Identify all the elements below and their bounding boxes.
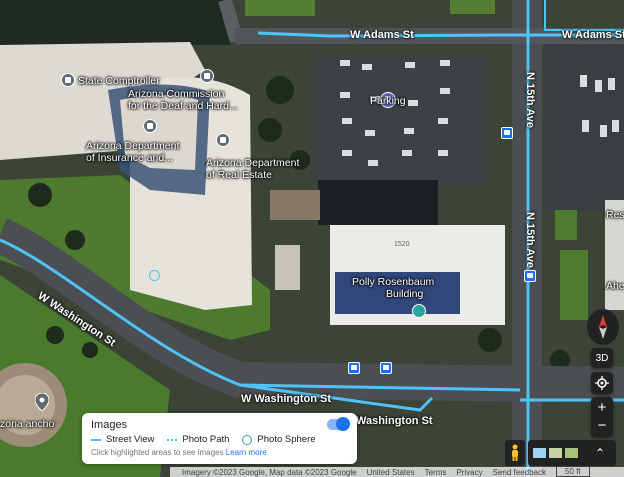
bus-stop-icon[interactable] <box>380 362 392 374</box>
images-layer-panel: Images Street View Photo Path Photo Sphe… <box>82 413 357 464</box>
az-real-estate-label-line2[interactable]: of Real Estate <box>206 169 272 181</box>
az-commission-label-line2[interactable]: for the Deaf and Hard... <box>128 100 238 112</box>
government-pin-icon[interactable] <box>61 73 75 87</box>
government-pin-icon[interactable] <box>143 119 157 133</box>
bus-stop-icon[interactable] <box>501 127 513 139</box>
resi-label[interactable]: Resi <box>606 209 624 221</box>
map-footer: Imagery ©2023 Google, Map data ©2023 Goo… <box>170 467 624 477</box>
w-adams-st-label: W Adams St <box>350 29 414 41</box>
state-comptroller-label[interactable]: State Comptroller <box>78 75 160 87</box>
photo-sphere-legend-icon <box>242 434 253 445</box>
layer-thumb-icon[interactable] <box>565 448 578 458</box>
country-label: United States <box>366 467 415 477</box>
zoom-out-button[interactable]: − <box>598 417 607 435</box>
toggle-knob <box>336 417 350 431</box>
scale-bar[interactable]: 50 ft <box>556 467 590 477</box>
legend-street-view: Street View <box>106 434 155 445</box>
send-feedback-link[interactable]: Send feedback <box>493 468 546 477</box>
zoom-control: + − <box>591 397 613 437</box>
chevron-up-icon[interactable]: ⌃ <box>595 446 605 460</box>
polly-rosenbaum-label-line1[interactable]: Polly Rosenbaum <box>352 276 434 288</box>
layer-thumb-icon[interactable] <box>533 448 546 458</box>
az-insurance-label-line1[interactable]: Arizona Department <box>86 140 179 152</box>
legend-photo-sphere: Photo Sphere <box>257 434 316 445</box>
ahe-label[interactable]: Ahe <box>606 280 624 292</box>
bus-stop-icon[interactable] <box>348 362 360 374</box>
building-pin-icon[interactable] <box>412 304 426 318</box>
az-insurance-label-line2[interactable]: of Insurance and... <box>86 152 173 164</box>
legend-photo-path: Photo Path <box>182 434 230 445</box>
learn-more-link[interactable]: Learn more <box>226 448 267 457</box>
photo-path-icon <box>167 438 178 441</box>
pegman-icon <box>512 444 518 461</box>
privacy-link[interactable]: Privacy <box>456 468 482 477</box>
parking-label[interactable]: Parking <box>370 95 406 107</box>
az-real-estate-label-line1[interactable]: Arizona Department <box>206 157 299 169</box>
street-view-line-icon <box>91 438 101 441</box>
w-adams-st-label-east: W Adams St <box>562 29 624 41</box>
n-15th-ave-label-south: N 15th Ave <box>524 212 536 269</box>
terms-link[interactable]: Terms <box>425 468 447 477</box>
government-pin-icon[interactable] <box>216 133 230 147</box>
crosshair-icon <box>595 376 609 390</box>
tilt-3d-button[interactable]: 3D <box>591 348 613 368</box>
az-commission-label-line1[interactable]: Arizona Commission <box>128 88 224 100</box>
polly-rosenbaum-label-line2[interactable]: Building <box>386 288 423 300</box>
pegman-button[interactable] <box>505 440 525 466</box>
compass-icon <box>599 315 607 339</box>
w-washington-st-label: W Washington St <box>241 393 332 405</box>
washington-st-label: Washington St <box>356 415 433 427</box>
compass-button[interactable] <box>587 309 619 345</box>
government-pin-icon[interactable] <box>200 69 214 83</box>
layer-thumbnails[interactable]: ⌃ <box>528 440 616 466</box>
bus-stop-icon[interactable] <box>524 270 536 282</box>
images-toggle[interactable] <box>327 417 350 431</box>
my-location-button[interactable] <box>591 372 613 394</box>
location-pin-icon[interactable] <box>34 392 50 412</box>
layer-thumb-icon[interactable] <box>549 448 562 458</box>
panel-title: Images <box>91 419 128 431</box>
panel-hint: Click highlighted areas to see images <box>91 448 224 457</box>
zona-ancho-label[interactable]: zona ancho <box>0 418 54 430</box>
roof-number: 1520 <box>394 241 410 248</box>
n-15th-ave-label: N 15th Ave <box>524 72 536 129</box>
imagery-attribution: Imagery ©2023 Google, Map data ©2023 Goo… <box>182 467 357 477</box>
photo-sphere-icon[interactable] <box>149 270 160 281</box>
zoom-in-button[interactable]: + <box>598 399 607 417</box>
parking-lot <box>315 55 485 185</box>
